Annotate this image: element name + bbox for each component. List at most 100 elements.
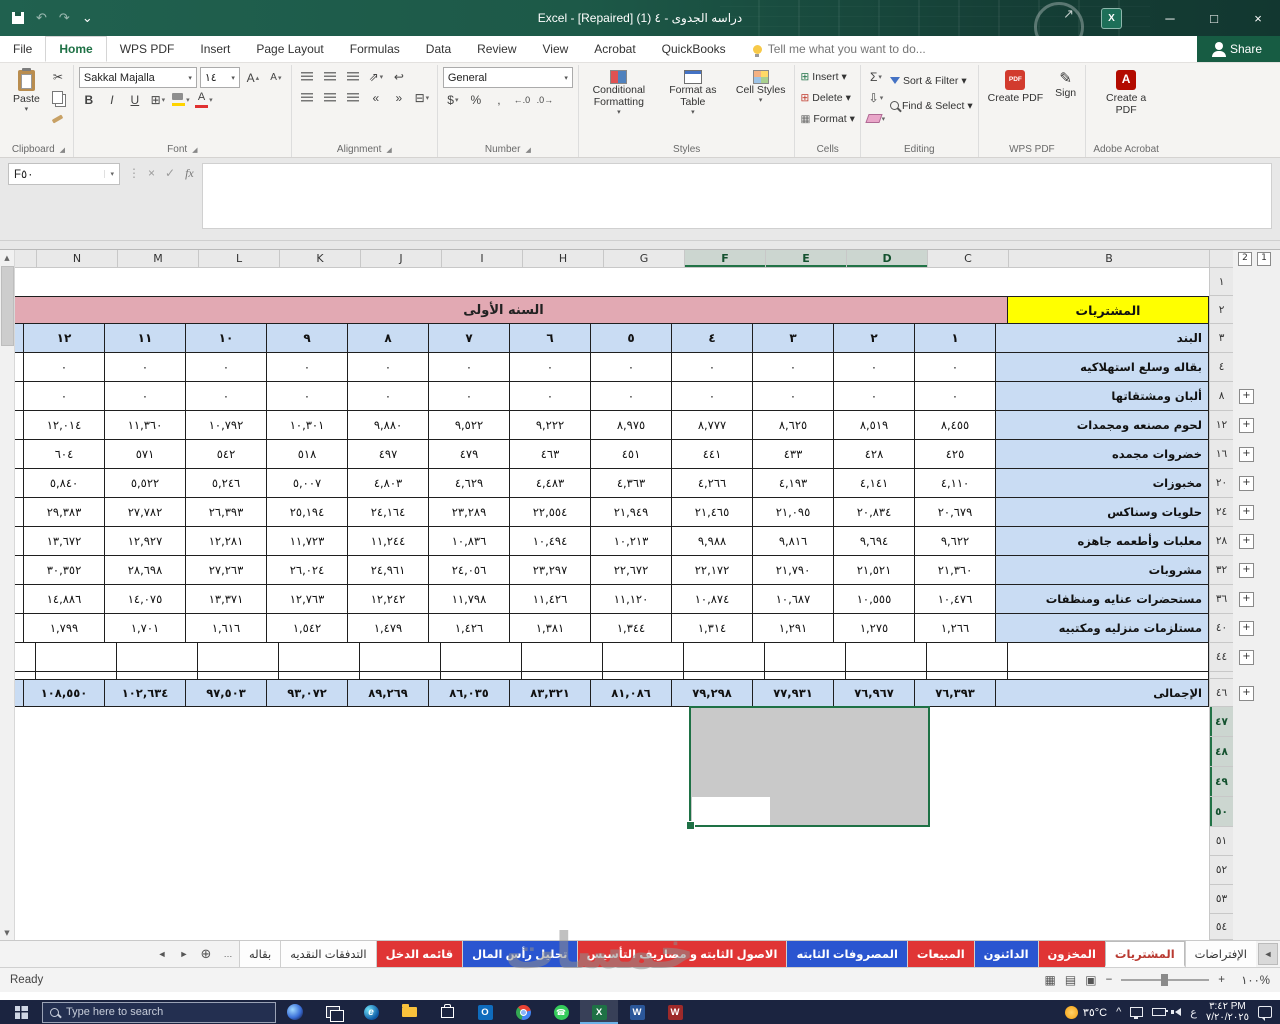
cell[interactable] — [849, 827, 929, 856]
delete-cells-button[interactable]: ⊞ Delete ▾ — [800, 88, 850, 107]
data-cell[interactable]: ١,٤٢٦ — [428, 614, 509, 643]
row-header[interactable]: ٨ — [1209, 382, 1233, 411]
sort-filter-button[interactable]: Sort & Filter ▾ — [889, 71, 973, 90]
sheet-tab[interactable]: المبيعات — [906, 941, 974, 967]
cell[interactable] — [1009, 268, 1209, 296]
cell[interactable] — [849, 856, 929, 885]
column-header[interactable]: I — [441, 250, 522, 268]
format-painter-button[interactable] — [48, 109, 68, 128]
cell[interactable] — [529, 856, 609, 885]
data-cell[interactable]: ١٢,٢٤٢ — [347, 585, 428, 614]
data-cell[interactable]: ٩,٩٨٨ — [671, 527, 752, 556]
ribbon-tab-data[interactable]: Data — [413, 36, 464, 62]
cancel-icon[interactable]: × — [148, 166, 155, 180]
page-break-view-button[interactable]: ▣ — [1085, 973, 1096, 987]
sign-button[interactable]: ✎ Sign — [1051, 67, 1080, 102]
cell[interactable] — [129, 914, 209, 940]
cell[interactable] — [49, 707, 129, 737]
data-cell[interactable]: ٢٠,٦٧٩ — [914, 498, 995, 527]
cell[interactable] — [689, 827, 769, 856]
data-cell[interactable]: ٢٠,٨٣٤ — [833, 498, 914, 527]
data-cell[interactable]: ٠ — [23, 353, 104, 382]
data-cell[interactable]: ٢٦,٠٢٤ — [266, 556, 347, 585]
column-header[interactable]: C — [927, 250, 1008, 268]
data-cell[interactable]: ٠ — [671, 353, 752, 382]
cell[interactable] — [929, 914, 1009, 940]
total-cell[interactable]: ٩٣,٠٧٢ — [266, 679, 347, 707]
cell[interactable] — [529, 268, 609, 296]
data-cell[interactable]: ٠ — [347, 353, 428, 382]
row-header[interactable]: ٤٠ — [1209, 614, 1233, 643]
total-cell[interactable]: ٨٩,٢٦٩ — [347, 679, 428, 707]
data-cell[interactable]: ٢٧,٧٨٢ — [104, 498, 185, 527]
data-cell[interactable]: ١٠,٤٧٦ — [914, 585, 995, 614]
cell[interactable] — [849, 914, 929, 940]
row-label-cell[interactable]: خضروات مجمده — [995, 440, 1209, 469]
cell[interactable] — [197, 643, 278, 672]
data-cell[interactable]: ٥١٨ — [266, 440, 347, 469]
whatsapp-button[interactable]: ☎ — [542, 1000, 580, 1024]
total-cell[interactable]: ٨٣,٣٢١ — [509, 679, 590, 707]
cell[interactable] — [289, 797, 369, 827]
row-header[interactable]: ١ — [1209, 268, 1233, 296]
cell[interactable] — [369, 737, 449, 767]
number-format-select[interactable]: General ▾ — [442, 67, 573, 88]
cell[interactable] — [289, 707, 369, 737]
cell[interactable] — [609, 767, 689, 797]
data-cell[interactable]: ٠ — [185, 382, 266, 411]
row-label-cell[interactable]: مشروبات — [995, 556, 1209, 585]
cell[interactable] — [369, 707, 449, 737]
data-cell[interactable]: ٠ — [104, 382, 185, 411]
outline-expand-button[interactable]: + — [1239, 650, 1254, 665]
cell[interactable] — [289, 914, 369, 940]
month-header-cell[interactable]: ١٠ — [185, 324, 266, 353]
merge-center-button[interactable]: ⊟ ▾ — [412, 88, 432, 107]
wps-taskbar-button[interactable]: W — [656, 1000, 694, 1024]
sheet-tab[interactable]: المصروفات الثابته — [786, 941, 907, 967]
save-icon[interactable] — [12, 12, 24, 24]
select-all-corner[interactable] — [1209, 250, 1233, 268]
cell[interactable] — [609, 856, 689, 885]
data-cell[interactable]: ١٢,٧٦٣ — [266, 585, 347, 614]
insert-function-icon[interactable]: fx — [185, 166, 194, 181]
column-header[interactable]: K — [279, 250, 360, 268]
column-header[interactable]: L — [198, 250, 279, 268]
ribbon-tab-view[interactable]: View — [530, 36, 582, 62]
data-cell[interactable]: ٢١,٧٩٠ — [752, 556, 833, 585]
data-cell[interactable]: ٩,٢٢٢ — [509, 411, 590, 440]
increase-decimal-button[interactable]: ←.0 — [512, 90, 532, 109]
cell[interactable] — [929, 268, 1009, 296]
total-cell[interactable]: ١٠٢,٦٣٤ — [104, 679, 185, 707]
sheet-tab[interactable]: الدائنون — [973, 941, 1038, 967]
sheet-tab[interactable]: بقاله — [238, 941, 281, 967]
column-header[interactable]: M — [117, 250, 198, 268]
file-explorer-button[interactable] — [390, 1000, 428, 1024]
data-cell[interactable]: ٤,٢٦٦ — [671, 469, 752, 498]
enter-icon[interactable]: ✓ — [165, 166, 175, 180]
data-cell[interactable]: ٩,٥٢٢ — [428, 411, 509, 440]
cell[interactable] — [609, 797, 689, 827]
data-cell[interactable]: ١٠,٧٩٢ — [185, 411, 266, 440]
month-header-cell[interactable]: ٢ — [833, 324, 914, 353]
scroll-up-icon[interactable]: ▲ — [0, 250, 14, 265]
purchases-title-cell[interactable]: المشتريات — [1007, 296, 1209, 324]
cell[interactable] — [1009, 856, 1209, 885]
data-cell[interactable]: ١٣,٦٧٢ — [23, 527, 104, 556]
cell[interactable] — [1007, 672, 1209, 679]
cell[interactable] — [209, 885, 289, 914]
cell[interactable] — [609, 707, 689, 737]
data-cell[interactable]: ٢١,٠٩٥ — [752, 498, 833, 527]
data-cell[interactable]: ٠ — [428, 382, 509, 411]
row-header[interactable]: ٤٤ — [1209, 643, 1233, 672]
vertical-scrollbar[interactable]: ▲ ▼ — [0, 250, 15, 940]
row-header[interactable] — [1209, 672, 1233, 679]
total-cell[interactable]: ١٠٨,٥٥٠ — [23, 679, 104, 707]
total-cell[interactable]: ٨٦,٠٣٥ — [428, 679, 509, 707]
cell[interactable] — [602, 643, 683, 672]
cell[interactable] — [449, 885, 529, 914]
cell[interactable] — [529, 914, 609, 940]
clipboard-dialog-launcher[interactable]: ◢ — [60, 146, 65, 154]
cell[interactable] — [602, 672, 683, 679]
cell[interactable] — [1009, 885, 1209, 914]
format-cells-button[interactable]: ▦ Format ▾ — [800, 109, 854, 128]
